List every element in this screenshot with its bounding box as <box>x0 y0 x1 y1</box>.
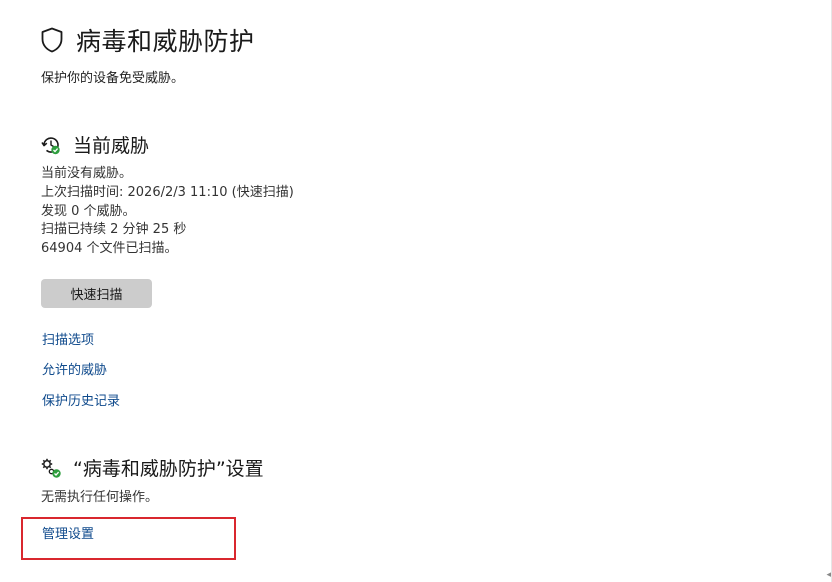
scan-duration-line: 扫描已持续 2 分钟 25 秒 <box>41 222 187 238</box>
page: 病毒和威胁防护 保护你的设备免受威胁。 当前威胁 当前没有威胁。 上次扫描时间:… <box>0 0 832 582</box>
settings-header: “病毒和威胁防护”设置 <box>40 454 264 481</box>
files-scanned-line: 64904 个文件已扫描。 <box>41 241 178 257</box>
settings-title: “病毒和威胁防护”设置 <box>73 458 264 480</box>
threat-status-line: 当前没有威胁。 <box>41 166 133 181</box>
scan-options-link[interactable]: 扫描选项 <box>42 329 94 348</box>
page-subtitle: 保护你的设备免受威胁。 <box>41 71 185 86</box>
refresh-check-icon <box>41 136 60 154</box>
threats-found-line: 发现 0 个威胁。 <box>41 203 136 219</box>
current-threats-title: 当前威胁 <box>73 135 150 157</box>
settings-status: 无需执行任何操作。 <box>41 490 159 505</box>
scroll-arrow-icon[interactable]: ◂ <box>826 570 831 580</box>
threat-info: 当前没有威胁。 上次扫描时间: 2026/2/3 11:10 (快速扫描) 发现… <box>41 165 294 259</box>
allowed-threats-link[interactable]: 允许的威胁 <box>42 359 107 378</box>
protection-history-link[interactable]: 保护历史记录 <box>42 390 120 409</box>
highlight-box <box>21 517 236 560</box>
gears-check-icon <box>41 458 61 478</box>
current-threats-header: 当前威胁 <box>40 131 149 158</box>
last-scan-line: 上次扫描时间: 2026/2/3 11:10 (快速扫描) <box>41 184 294 200</box>
page-header: 病毒和威胁防护 <box>40 22 255 58</box>
shield-icon <box>41 27 63 53</box>
page-title: 病毒和威胁防护 <box>76 27 255 56</box>
quick-scan-button[interactable]: 快速扫描 <box>41 279 152 308</box>
